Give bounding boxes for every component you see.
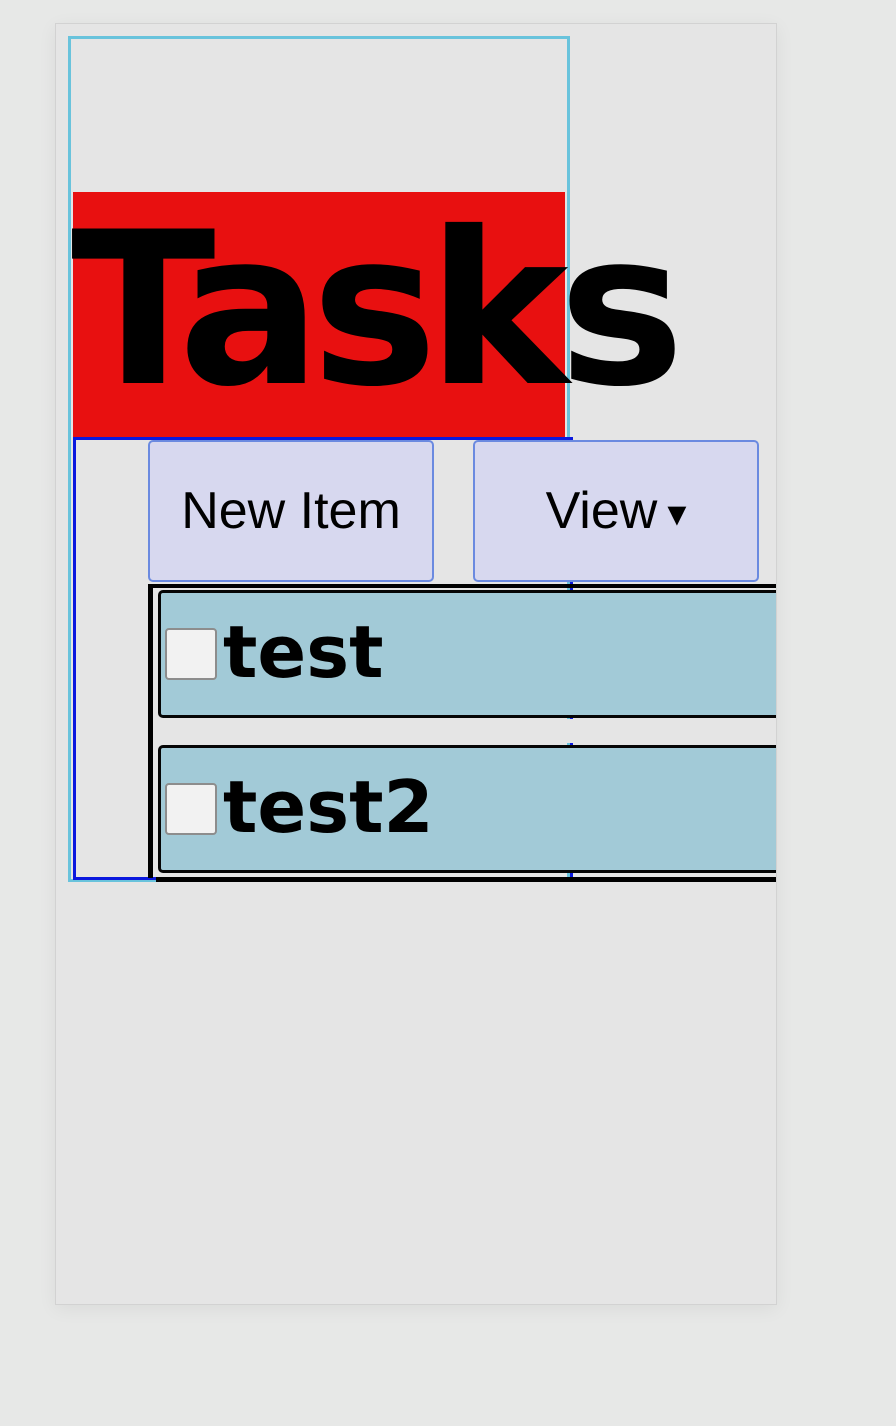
- checkbox-icon[interactable]: [165, 628, 217, 680]
- view-label: View: [545, 482, 658, 540]
- task-list: test test2: [148, 584, 776, 882]
- task-list-bottom-border: [156, 877, 776, 882]
- new-item-button[interactable]: New Item: [148, 440, 434, 582]
- task-item[interactable]: test: [158, 590, 776, 718]
- new-item-label: New Item: [181, 482, 401, 540]
- task-label: test: [223, 610, 384, 694]
- page-title: Tasks: [71, 186, 685, 433]
- app-window: Tasks New Item View ▾ test test2: [55, 23, 777, 1305]
- task-divider: [160, 719, 776, 743]
- chevron-down-icon: ▾: [667, 492, 687, 535]
- checkbox-icon[interactable]: [165, 783, 217, 835]
- task-label: test2: [223, 765, 434, 849]
- view-dropdown-button[interactable]: View ▾: [473, 440, 759, 582]
- task-item[interactable]: test2: [158, 745, 776, 873]
